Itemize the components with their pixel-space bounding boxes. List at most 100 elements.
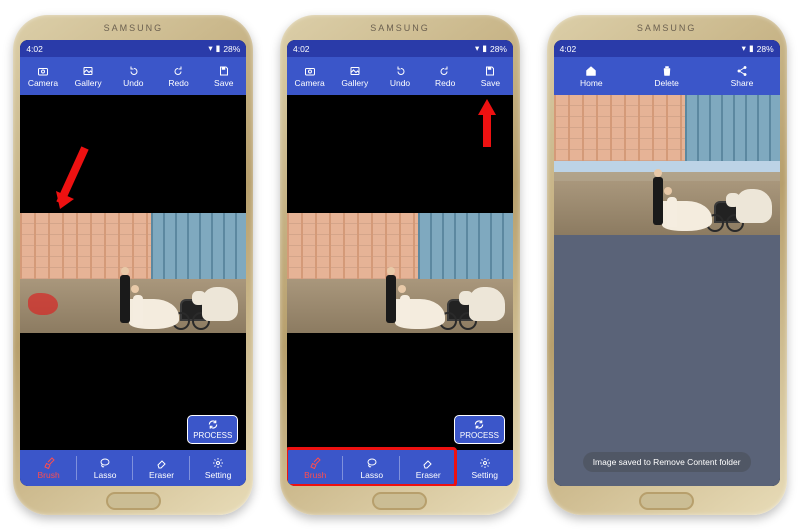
home-button-hw[interactable] bbox=[372, 492, 427, 510]
device-brand: SAMSUNG bbox=[20, 22, 246, 40]
eraser-icon bbox=[421, 457, 435, 469]
status-bar: 4:02 ▾ ▮ 28% bbox=[287, 40, 513, 57]
home-button[interactable]: Home bbox=[554, 65, 629, 88]
process-button[interactable]: PROCESS bbox=[187, 415, 238, 444]
photo bbox=[287, 213, 513, 333]
brush-icon bbox=[42, 457, 56, 469]
gallery-button[interactable]: Gallery bbox=[332, 65, 377, 88]
undo-button[interactable]: Undo bbox=[377, 65, 422, 88]
eraser-label: Eraser bbox=[149, 470, 174, 480]
signal-icon: ▮ bbox=[482, 43, 487, 54]
gallery-button[interactable]: Gallery bbox=[66, 65, 111, 88]
brush-tool[interactable]: Brush bbox=[20, 450, 77, 486]
annotation-arrow bbox=[475, 97, 499, 151]
eraser-tool[interactable]: Eraser bbox=[133, 450, 190, 486]
setting-tool[interactable]: Setting bbox=[190, 450, 247, 486]
refresh-icon bbox=[473, 419, 485, 430]
camera-icon bbox=[303, 65, 317, 77]
toast: Image saved to Remove Content folder bbox=[583, 452, 751, 472]
setting-tool[interactable]: Setting bbox=[456, 450, 513, 486]
undo-label: Undo bbox=[390, 78, 410, 88]
phone-step2: SAMSUNG 4:02 ▾ ▮ 28% Camera Gallery Undo bbox=[280, 15, 520, 515]
lasso-label: Lasso bbox=[94, 470, 117, 480]
camera-button[interactable]: Camera bbox=[20, 65, 65, 88]
undo-label: Undo bbox=[123, 78, 143, 88]
redo-label: Redo bbox=[435, 78, 455, 88]
canvas[interactable]: PROCESS bbox=[287, 95, 513, 450]
refresh-icon bbox=[207, 419, 219, 430]
process-label: PROCESS bbox=[193, 431, 232, 440]
delete-icon bbox=[660, 65, 674, 77]
setting-label: Setting bbox=[472, 470, 498, 480]
photo bbox=[20, 213, 246, 333]
top-toolbar: Camera Gallery Undo Redo Save bbox=[20, 57, 246, 95]
eraser-tool[interactable]: Eraser bbox=[400, 450, 457, 486]
brush-icon bbox=[308, 457, 322, 469]
setting-label: Setting bbox=[205, 470, 231, 480]
battery-pct: 28% bbox=[490, 44, 507, 54]
save-icon bbox=[483, 65, 497, 77]
lasso-label: Lasso bbox=[360, 470, 383, 480]
save-label: Save bbox=[214, 78, 233, 88]
gallery-label: Gallery bbox=[341, 78, 368, 88]
process-button[interactable]: PROCESS bbox=[454, 415, 505, 444]
battery-pct: 28% bbox=[223, 44, 240, 54]
redo-icon bbox=[172, 65, 186, 77]
phone-step3: SAMSUNG 4:02 ▾ ▮ 28% Home Delete Share bbox=[547, 15, 787, 515]
delete-label: Delete bbox=[654, 78, 679, 88]
home-icon bbox=[584, 65, 598, 77]
undo-icon bbox=[126, 65, 140, 77]
status-time: 4:02 bbox=[560, 44, 577, 54]
device-brand: SAMSUNG bbox=[554, 22, 780, 40]
save-icon bbox=[217, 65, 231, 77]
wifi-icon: ▾ bbox=[742, 43, 746, 54]
share-icon bbox=[735, 65, 749, 77]
undo-icon bbox=[393, 65, 407, 77]
redo-button[interactable]: Redo bbox=[423, 65, 468, 88]
wifi-icon: ▾ bbox=[475, 43, 479, 54]
delete-button[interactable]: Delete bbox=[629, 65, 704, 88]
undo-button[interactable]: Undo bbox=[111, 65, 156, 88]
status-bar: 4:02 ▾ ▮ 28% bbox=[554, 40, 780, 57]
share-button[interactable]: Share bbox=[704, 65, 779, 88]
lasso-tool[interactable]: Lasso bbox=[343, 450, 400, 486]
eraser-icon bbox=[155, 457, 169, 469]
wifi-icon: ▾ bbox=[208, 43, 212, 54]
device-brand: SAMSUNG bbox=[287, 22, 513, 40]
gear-icon bbox=[211, 457, 225, 469]
top-toolbar: Home Delete Share bbox=[554, 57, 780, 95]
brush-label: Brush bbox=[37, 470, 59, 480]
lasso-tool[interactable]: Lasso bbox=[77, 450, 134, 486]
save-button[interactable]: Save bbox=[468, 65, 513, 88]
camera-button[interactable]: Camera bbox=[287, 65, 332, 88]
battery-pct: 28% bbox=[757, 44, 774, 54]
bottom-toolbar: Brush Lasso Eraser Setting bbox=[20, 450, 246, 486]
camera-label: Camera bbox=[28, 78, 58, 88]
gallery-icon bbox=[81, 65, 95, 77]
camera-icon bbox=[36, 65, 50, 77]
share-label: Share bbox=[731, 78, 754, 88]
gear-icon bbox=[478, 457, 492, 469]
annotation-arrow bbox=[50, 143, 90, 223]
result-canvas: Image saved to Remove Content folder bbox=[554, 95, 780, 486]
toast-text: Image saved to Remove Content folder bbox=[593, 457, 741, 467]
status-time: 4:02 bbox=[293, 44, 310, 54]
canvas[interactable]: PROCESS bbox=[20, 95, 246, 450]
brush-tool[interactable]: Brush bbox=[287, 450, 344, 486]
eraser-label: Eraser bbox=[416, 470, 441, 480]
home-button-hw[interactable] bbox=[106, 492, 161, 510]
bottom-toolbar: Brush Lasso Eraser Setting bbox=[287, 450, 513, 486]
top-toolbar: Camera Gallery Undo Redo Save bbox=[287, 57, 513, 95]
phone-step1: SAMSUNG 4:02 ▾ ▮ 28% Camera Gallery Undo bbox=[13, 15, 253, 515]
signal-icon: ▮ bbox=[749, 43, 754, 54]
home-button-hw[interactable] bbox=[639, 492, 694, 510]
lasso-icon bbox=[365, 457, 379, 469]
save-button[interactable]: Save bbox=[201, 65, 246, 88]
photo bbox=[554, 95, 780, 235]
redo-button[interactable]: Redo bbox=[156, 65, 201, 88]
signal-icon: ▮ bbox=[216, 43, 221, 54]
status-time: 4:02 bbox=[26, 44, 43, 54]
redo-label: Redo bbox=[168, 78, 188, 88]
redo-icon bbox=[438, 65, 452, 77]
brush-label: Brush bbox=[304, 470, 326, 480]
